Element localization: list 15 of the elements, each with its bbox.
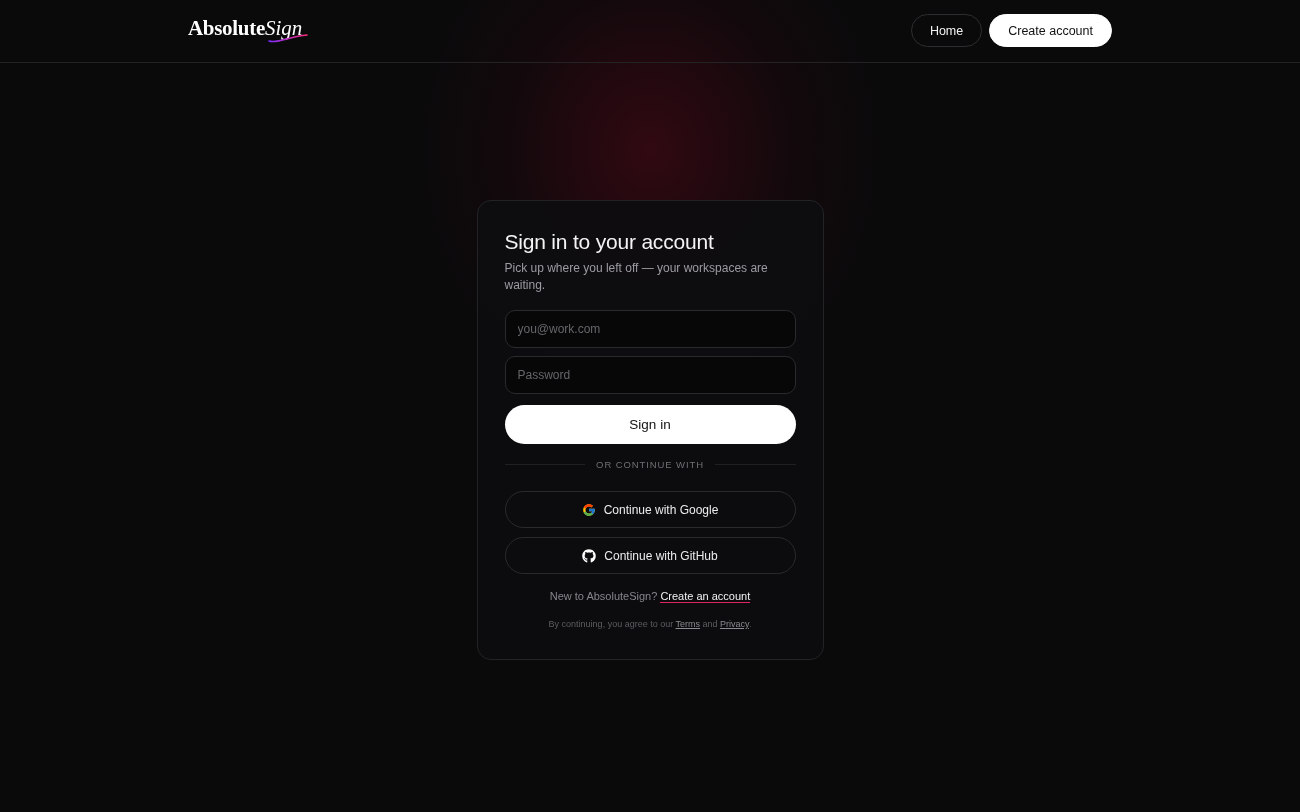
card-subtitle: Pick up where you left off — your workspaces are waiting. bbox=[504, 260, 769, 294]
github-octocat-icon bbox=[582, 548, 597, 563]
create-an-account-link[interactable]: Create an account bbox=[660, 590, 751, 603]
divider-label: OR CONTINUE WITH bbox=[596, 459, 704, 470]
legal-link[interactable]: Terms bbox=[675, 619, 700, 629]
sign-in-button[interactable]: Sign in bbox=[504, 405, 796, 444]
logo[interactable]: AbsoluteSign bbox=[188, 16, 303, 41]
legal-notice: By continuing, you agree to our Terms and Privacy. bbox=[547, 618, 753, 630]
email-field[interactable]: you@work.com bbox=[504, 310, 796, 348]
password-field[interactable]: Password bbox=[504, 356, 796, 394]
legal-link[interactable]: Privacy bbox=[720, 619, 749, 629]
create-account-button[interactable]: Create account bbox=[989, 14, 1112, 47]
google-g-icon bbox=[581, 502, 596, 517]
card-title: Sign in to your account bbox=[504, 229, 715, 255]
signup-prompt: New to AbsoluteSign? Create an account bbox=[548, 589, 752, 603]
